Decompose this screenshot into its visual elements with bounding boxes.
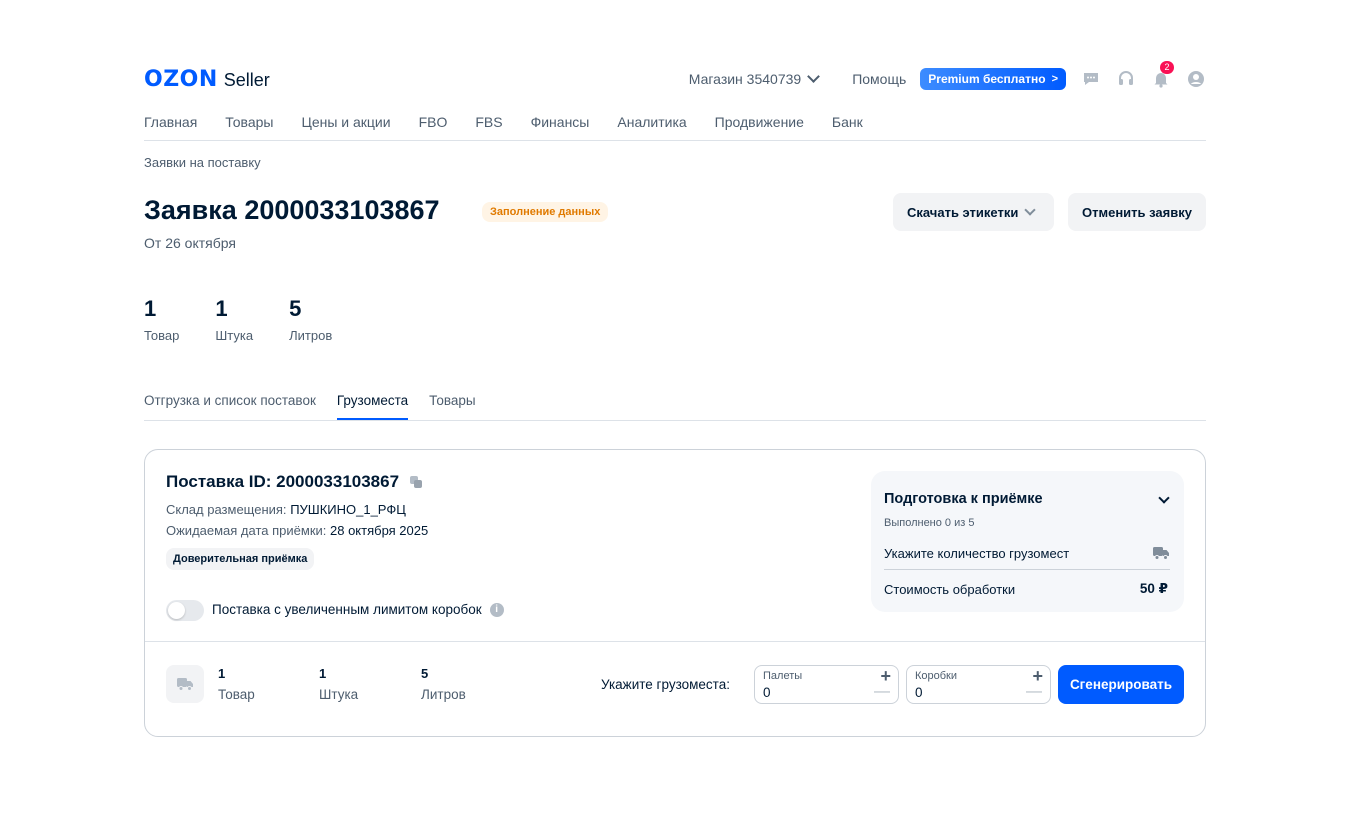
tab-products[interactable]: Товары [429,393,475,419]
stat-label: Литров [421,687,466,702]
headset-icon[interactable] [1116,69,1136,89]
premium-label: Premium бесплатно [928,72,1046,86]
stat-value: 5 [289,296,302,321]
summary-stats: 1 Товар 1 Штука 5 Литров [144,296,368,343]
logo-brand: OZON [144,67,218,92]
stat-label: Литров [289,328,333,343]
breadcrumb[interactable]: Заявки на поставку [144,155,261,170]
nav-item-bank[interactable]: Банк [832,114,863,130]
stat-label: Товар [218,687,255,702]
stat-label: Штука [319,687,359,702]
nav-item-products[interactable]: Товары [225,114,273,130]
download-labels-button[interactable]: Скачать этикетки [893,193,1054,231]
info-icon[interactable]: i [489,602,504,617]
store-name: Магазин 3540739 [688,71,802,87]
expected-date-row: Ожидаемая дата приёмки: 28 октября 2025 [166,523,428,538]
stat-value: 5 [421,666,429,681]
box-limit-label: Поставка с увеличенным лимитом коробок [212,602,482,617]
chevron-down-icon[interactable] [1158,492,1170,504]
chevron-down-icon [807,70,821,83]
processing-cost-label: Стоимость обработки [884,582,1016,597]
stat-products: 1 Товар [144,296,179,343]
pallets-stepper[interactable]: Палеты 0 + — [754,665,899,704]
nav-divider [144,140,1206,141]
header-actions: Магазин 3540739 Помощь Premium бесплатно… [688,61,1206,90]
prep-progress: Выполнено 0 из 5 [884,517,975,529]
store-selector[interactable]: Магазин 3540739 [688,70,821,87]
supply-id: Поставка ID: 2000033103867 [166,472,423,492]
boxes-label: Коробки [915,670,958,682]
tabs: Отгрузка и список поставок Грузоместа То… [144,393,497,420]
ozon-seller-logo[interactable]: OZON Seller [144,67,270,92]
tab-shipment[interactable]: Отгрузка и список поставок [144,393,316,419]
bottom-stat-products: 1 Товар [218,666,255,702]
warehouse-label: Склад размещения: [166,502,287,517]
copy-icon[interactable] [409,475,423,489]
stat-value: 1 [144,296,157,321]
expected-date-value: 28 октября 2025 [330,523,429,538]
pallets-label: Палеты [763,670,803,682]
card-divider [145,641,1205,642]
top-header: OZON Seller Магазин 3540739 Помощь Premi… [144,61,1206,94]
help-link[interactable]: Помощь [852,71,906,87]
bottom-stat-liters: 5 Литров [421,666,466,702]
pallets-value[interactable]: 0 [763,685,771,700]
download-labels-label: Скачать этикетки [907,204,1019,220]
truck-icon-box [166,665,204,703]
bell-icon[interactable]: 2 [1151,61,1174,89]
supply-card: Поставка ID: 2000033103867 Склад размеще… [144,449,1206,737]
warehouse-row: Склад размещения: ПУШКИНО_1_РФЦ [166,502,406,517]
prep-title: Подготовка к приёмке [884,491,1043,507]
generate-button[interactable]: Сгенерировать [1058,665,1184,704]
user-avatar-icon[interactable] [1186,69,1206,89]
acceptance-prep-panel: Подготовка к приёмке Выполнено 0 из 5 Ук… [871,471,1184,612]
stat-liters: 5 Литров [289,296,332,343]
cancel-request-label: Отменить заявку [1082,204,1192,220]
stat-label: Товар [144,328,180,343]
premium-button[interactable]: Premium бесплатно > [920,68,1066,90]
cancel-request-button[interactable]: Отменить заявку [1068,193,1206,231]
notification-badge: 2 [1160,61,1174,74]
truck-icon [1153,547,1169,560]
page-title: Заявка 2000033103867 [144,195,440,225]
stat-value: 1 [218,666,226,681]
boxes-value[interactable]: 0 [915,685,923,700]
minus-icon[interactable]: — [1026,684,1042,700]
nav-item-home[interactable]: Главная [144,114,197,130]
supply-id-text: Поставка ID: 2000033103867 [166,472,400,491]
truck-icon [177,678,193,691]
nav-item-prices[interactable]: Цены и акции [301,114,390,130]
expected-date-label: Ожидаемая дата приёмки: [166,523,327,538]
box-limit-toggle[interactable] [166,600,204,621]
boxes-stepper[interactable]: Коробки 0 + — [906,665,1051,704]
status-badge: Заполнение данных [482,202,609,222]
stat-label: Штука [215,328,254,343]
logo-product: Seller [223,70,270,90]
warehouse-value: ПУШКИНО_1_РФЦ [290,502,406,517]
cargo-places-label: Укажите грузоместа: [601,677,730,692]
nav-item-promotion[interactable]: Продвижение [715,114,804,130]
stat-pieces: 1 Штука [215,296,253,343]
chevron-right-icon: > [1051,73,1058,85]
chat-icon[interactable] [1081,69,1101,89]
stat-value: 1 [215,296,228,321]
chevron-down-icon [1024,203,1037,216]
nav-item-finance[interactable]: Финансы [531,114,590,130]
minus-icon[interactable]: — [874,684,890,700]
prep-step-cargo[interactable]: Укажите количество грузомест [884,546,1069,561]
main-nav: Главная Товары Цены и акции FBO FBS Фина… [144,114,891,130]
tabs-divider [144,420,1206,421]
nav-item-analytics[interactable]: Аналитика [617,114,686,130]
stat-value: 1 [319,666,327,681]
nav-item-fbs[interactable]: FBS [475,114,502,130]
bottom-stat-pieces: 1 Штука [319,666,358,702]
prep-divider [884,569,1170,570]
processing-cost-value: 50 ₽ [1139,581,1168,596]
box-limit-row: Поставка с увеличенным лимитом коробок i [212,602,504,617]
request-date: От 26 октября [144,235,236,251]
nav-item-fbo[interactable]: FBO [419,114,448,130]
tab-cargo-places[interactable]: Грузоместа [336,393,409,420]
trusted-acceptance-chip: Доверительная приёмка [166,548,315,570]
